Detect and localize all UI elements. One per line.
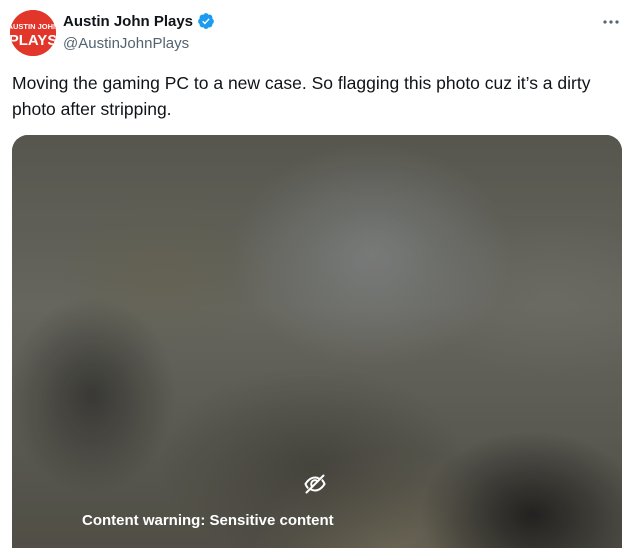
author-name-row: Austin John Plays	[63, 12, 215, 30]
avatar[interactable]: AUSTIN JOHN PLAYS	[10, 10, 56, 56]
svg-text:AUSTIN JOHN: AUSTIN JOHN	[10, 22, 56, 31]
author-handle[interactable]: @AustinJohnPlays	[63, 35, 189, 52]
tweet-text: Moving the gaming PC to a new case. So f…	[12, 73, 591, 119]
more-horizontal-icon[interactable]	[599, 12, 623, 32]
eye-off-icon[interactable]	[303, 472, 327, 496]
content-warning-text: Content warning: Sensitive content	[82, 512, 334, 529]
svg-text:PLAYS: PLAYS	[10, 32, 56, 49]
author-display-name[interactable]: Austin John Plays	[63, 13, 193, 30]
avatar-logo: AUSTIN JOHN PLAYS	[10, 10, 56, 56]
verified-badge-icon	[197, 12, 215, 30]
sensitive-media[interactable]: Content warning: Sensitive content	[12, 135, 622, 548]
tweet: AUSTIN JOHN PLAYS Austin John Plays @Aus…	[0, 0, 635, 548]
